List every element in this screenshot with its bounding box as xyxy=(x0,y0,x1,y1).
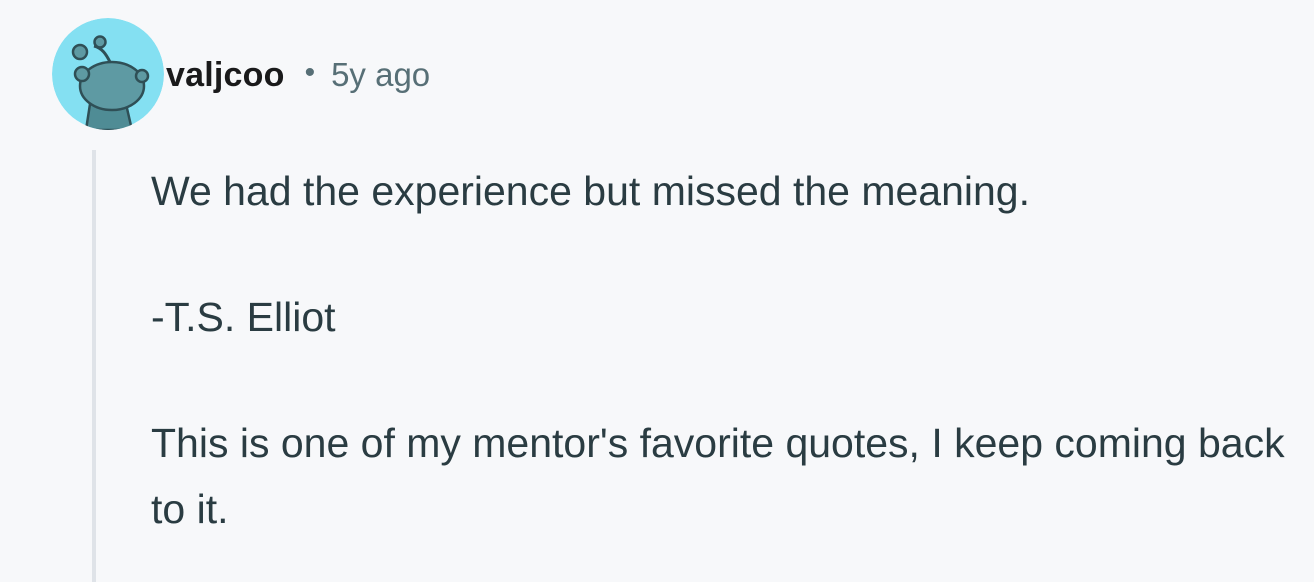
comment-paragraph: We had the experience but missed the mea… xyxy=(151,168,1030,214)
comment: valjcoo • 5y ago We had the experience b… xyxy=(0,0,1314,582)
meta-separator: • xyxy=(304,56,316,89)
avatar[interactable] xyxy=(52,18,164,130)
comment-meta: valjcoo • 5y ago xyxy=(166,52,430,98)
reddit-snoo-avatar-icon xyxy=(52,18,164,130)
comment-paragraph: This is one of my mentor's favorite quot… xyxy=(151,420,1285,532)
author-username[interactable]: valjcoo xyxy=(166,56,285,95)
comment-paragraph: -T.S. Elliot xyxy=(151,294,336,340)
thread-line[interactable] xyxy=(92,150,96,582)
comment-body: We had the experience but missed the mea… xyxy=(151,158,1291,542)
comment-timestamp[interactable]: 5y ago xyxy=(331,56,430,94)
